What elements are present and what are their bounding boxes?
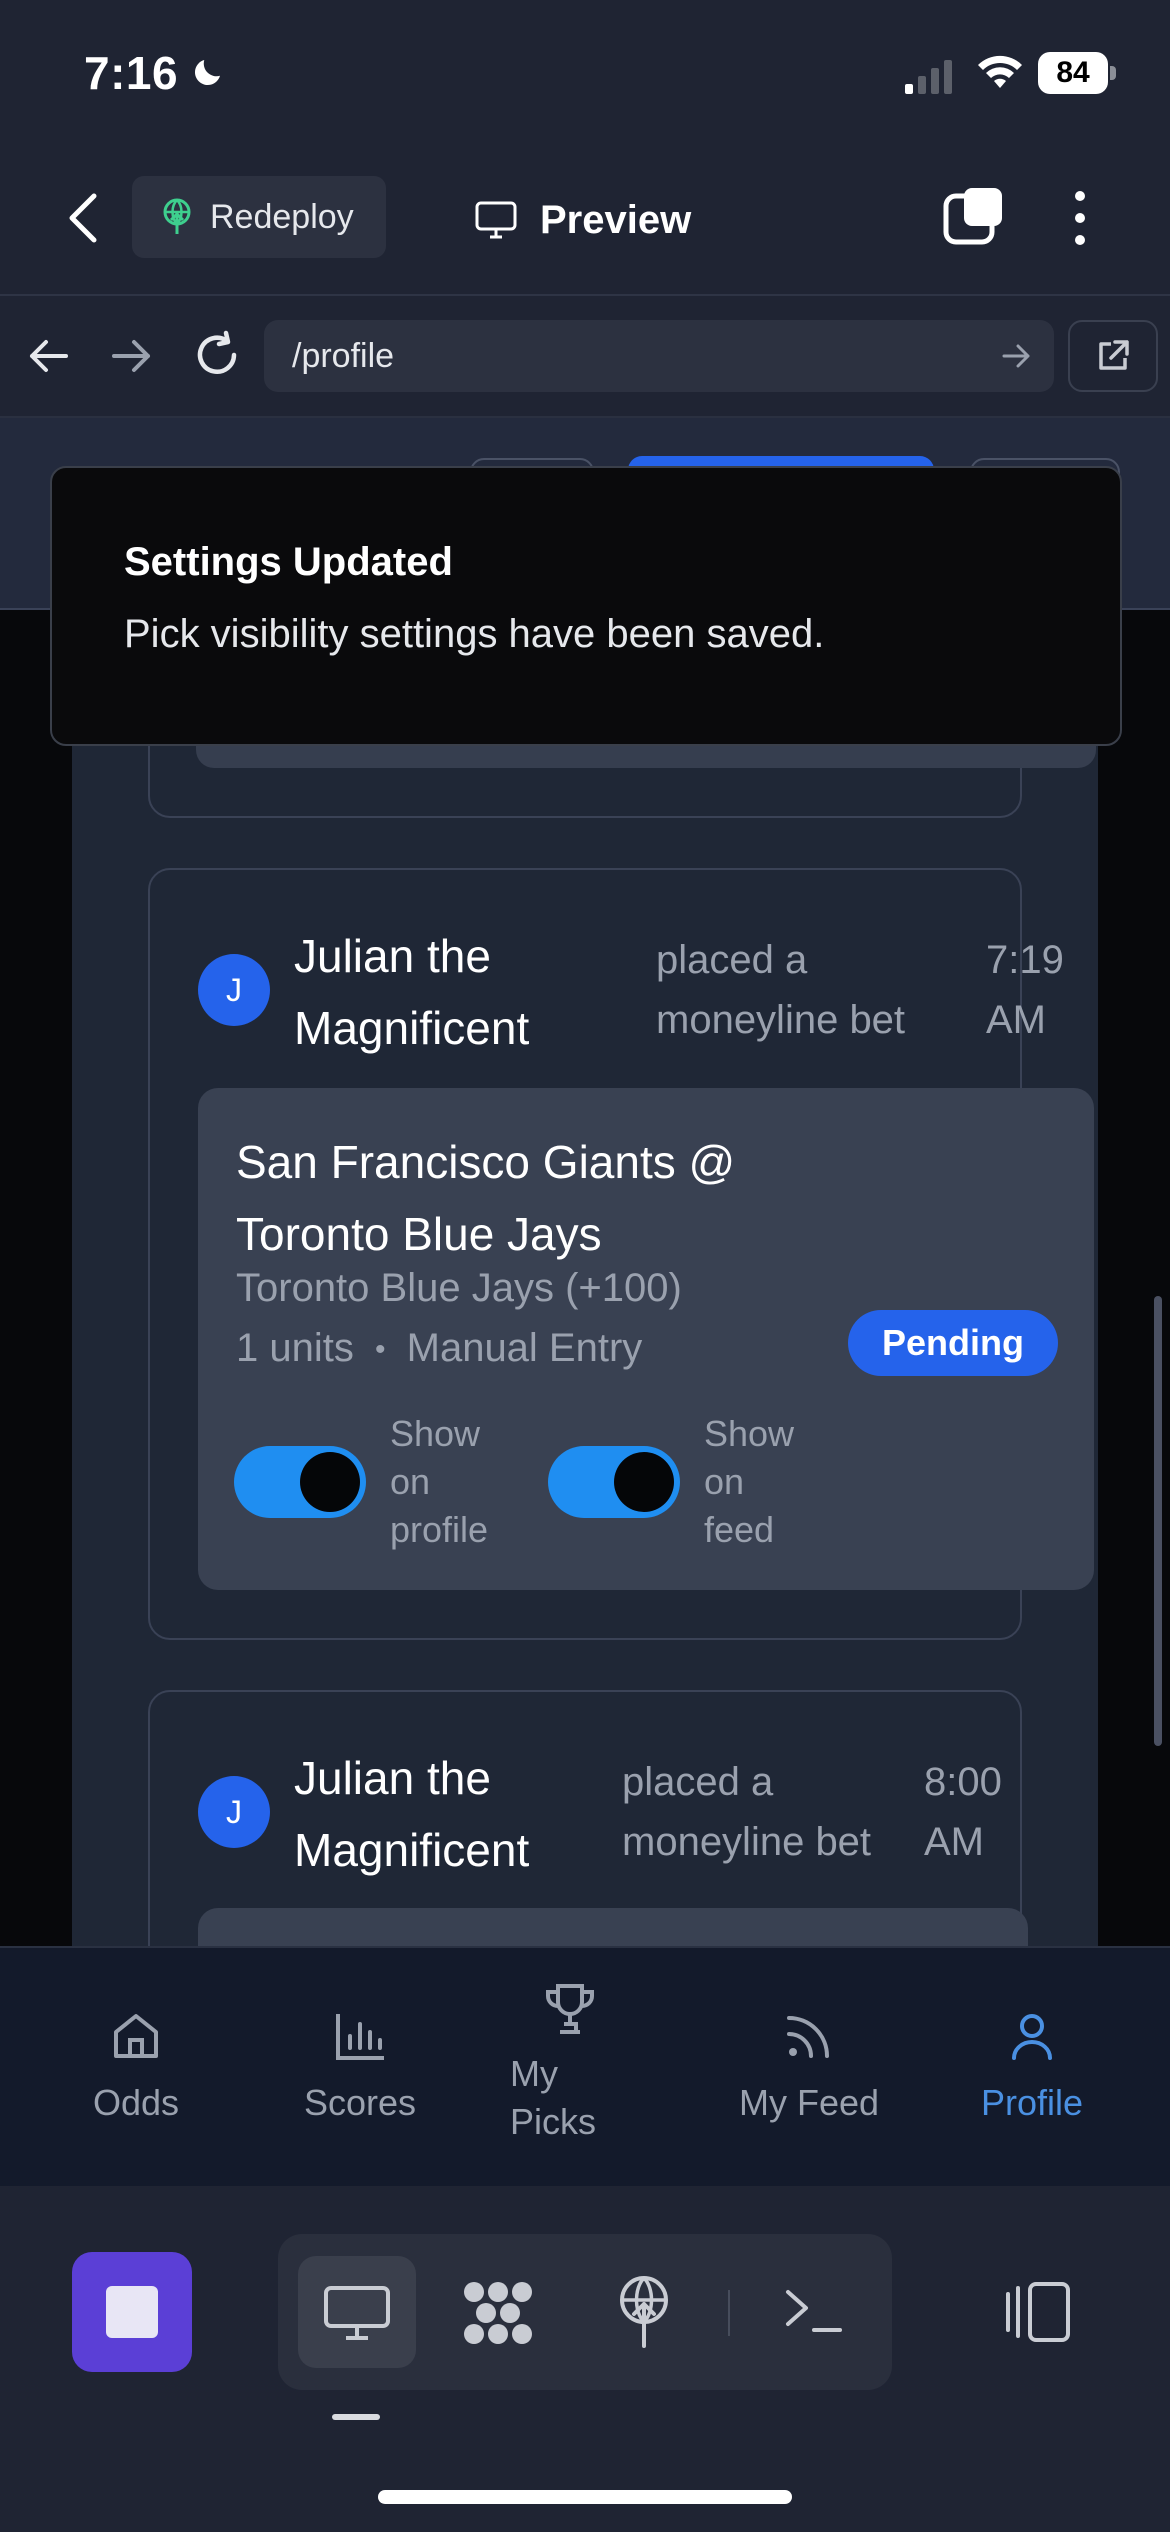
- home-indicator[interactable]: [378, 2490, 792, 2504]
- toast-message: Pick visibility settings have been saved…: [124, 612, 825, 656]
- preview-button[interactable]: Preview: [474, 190, 691, 250]
- terminal-icon[interactable]: [784, 2286, 844, 2336]
- cellular-signal-icon: [905, 60, 952, 94]
- user-name[interactable]: Julian the Magnificent: [294, 920, 594, 1064]
- separator-dot: •: [374, 1333, 386, 1367]
- url-bar[interactable]: /profile: [264, 320, 1054, 392]
- status-badge: Pending: [848, 1310, 1058, 1376]
- more-options-icon[interactable]: [1060, 188, 1100, 248]
- browser-back-icon[interactable]: [26, 334, 70, 378]
- toggle-label: Show on profile: [390, 1413, 489, 1550]
- moon-icon: [194, 60, 220, 86]
- action-text: placed a moneyline bet: [656, 938, 906, 1042]
- tab-label: My Picks: [510, 2053, 597, 2142]
- tab-my-picks[interactable]: My Picks: [500, 1980, 640, 2146]
- layout-toggle-icon[interactable]: [1000, 2280, 1074, 2344]
- external-link-icon: [1099, 340, 1129, 370]
- tab-label: Odds: [92, 2082, 180, 2123]
- open-external-button[interactable]: [1068, 320, 1158, 392]
- reload-icon[interactable]: [192, 330, 242, 380]
- battery-level: 84: [1038, 52, 1108, 94]
- tab-profile[interactable]: Profile: [960, 2008, 1104, 2124]
- header-divider: [0, 294, 1170, 296]
- deploy-icon: [163, 198, 191, 234]
- show-on-profile-toggle[interactable]: [234, 1446, 366, 1518]
- source-text: Manual Entry: [406, 1326, 643, 1370]
- tab-my-feed[interactable]: My Feed: [724, 2008, 894, 2124]
- back-button[interactable]: [62, 190, 106, 246]
- toast-notification: [50, 466, 1122, 746]
- preview-label: Preview: [540, 197, 692, 242]
- screen: 7:16 84 Redeploy Preview /profile J Juli…: [0, 0, 1170, 2532]
- toggle-label: Show on feed: [704, 1413, 795, 1550]
- avatar[interactable]: J: [198, 954, 270, 1026]
- toast-title: Settings Updated: [124, 540, 453, 584]
- redeploy-button[interactable]: Redeploy: [132, 176, 386, 258]
- user-icon: [1012, 2014, 1052, 2060]
- tool-separator: [728, 2290, 730, 2336]
- pick-selection: Toronto Blue Jays (+100): [236, 1266, 682, 1310]
- bar-chart-icon: [336, 2014, 384, 2060]
- scrollbar[interactable]: [1154, 1296, 1162, 1746]
- units-text: 1 units: [236, 1326, 354, 1370]
- rss-icon: [787, 2016, 829, 2058]
- status-time: 7:16: [84, 47, 179, 99]
- trophy-icon: [546, 1984, 594, 2034]
- action-text: placed a moneyline bet: [622, 1760, 872, 1864]
- timestamp: 8:00 AM: [924, 1760, 1002, 1864]
- home-icon: [114, 2014, 158, 2058]
- browser-forward-icon[interactable]: [110, 334, 154, 378]
- show-on-feed-toggle[interactable]: [548, 1446, 680, 1518]
- tab-label: My Feed: [738, 2082, 880, 2123]
- user-name[interactable]: Julian the Magnificent: [294, 1742, 594, 1886]
- tabs-icon[interactable]: [942, 186, 1004, 248]
- active-tool-indicator: [332, 2414, 380, 2420]
- deploy-icon[interactable]: [614, 2274, 674, 2348]
- tab-odds[interactable]: Odds: [64, 2008, 208, 2124]
- agent-icon[interactable]: [460, 2278, 536, 2348]
- avatar[interactable]: J: [198, 1776, 270, 1848]
- matchup-title: San Francisco Giants @ Toronto Blue Jays: [236, 1136, 736, 1260]
- timestamp: 7:19 AM: [986, 938, 1064, 1042]
- stop-icon: [106, 2286, 158, 2338]
- monitor-icon: [475, 201, 517, 239]
- redeploy-label: Redeploy: [210, 197, 354, 236]
- go-arrow-icon[interactable]: [1000, 340, 1032, 372]
- tab-label: Scores: [303, 2082, 417, 2123]
- units-source: 1 units • Manual Entry: [236, 1326, 642, 1371]
- url-text: /profile: [292, 336, 395, 375]
- wifi-icon: [978, 55, 1022, 88]
- tab-label: Profile: [980, 2082, 1084, 2123]
- monitor-icon: [324, 2286, 390, 2340]
- stop-button[interactable]: [72, 2252, 192, 2372]
- battery-indicator: 84: [1038, 52, 1116, 94]
- tab-scores[interactable]: Scores: [280, 2008, 440, 2124]
